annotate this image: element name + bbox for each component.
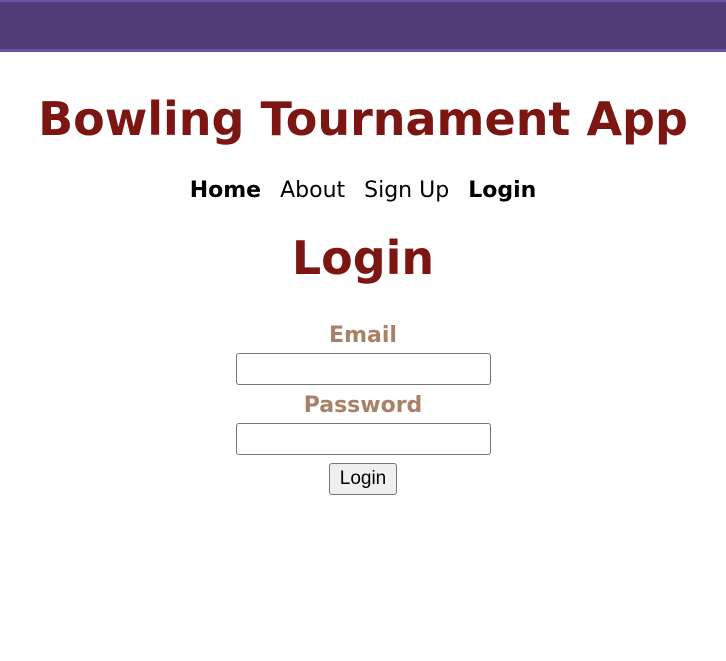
login-form: Email Password Login bbox=[0, 321, 726, 495]
email-field[interactable] bbox=[235, 353, 491, 385]
email-label: Email bbox=[329, 323, 397, 348]
password-field[interactable] bbox=[235, 423, 491, 455]
header-bar bbox=[0, 0, 726, 52]
main-nav: Home About Sign Up Login bbox=[0, 177, 726, 205]
nav-home-link[interactable]: Home bbox=[190, 178, 261, 203]
nav-signup-link[interactable]: Sign Up bbox=[364, 178, 449, 203]
nav-about-link[interactable]: About bbox=[280, 178, 345, 203]
page-title: Login bbox=[291, 231, 435, 285]
password-label: Password bbox=[303, 393, 423, 418]
nav-login-link[interactable]: Login bbox=[468, 178, 536, 203]
login-button[interactable]: Login bbox=[328, 463, 398, 495]
app-title: Bowling Tournament App bbox=[38, 92, 688, 146]
